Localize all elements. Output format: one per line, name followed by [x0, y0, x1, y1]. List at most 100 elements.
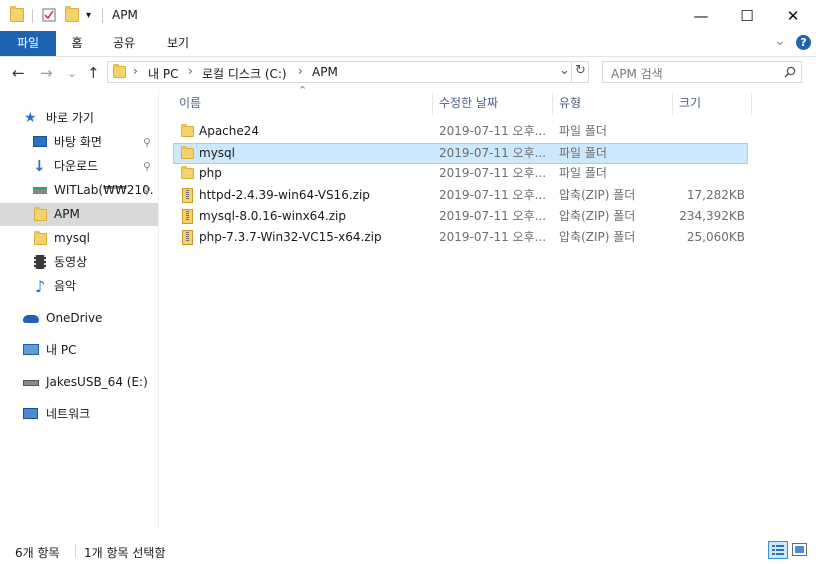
large-icons-view-button[interactable]: [792, 543, 807, 556]
refresh-icon[interactable]: ↻: [575, 63, 586, 78]
folder-icon: [10, 6, 24, 22]
divider: [75, 544, 76, 557]
breadcrumb-separator[interactable]: ›: [298, 64, 303, 78]
sidebar-item-label: 바로 가기: [46, 111, 94, 125]
divider: [102, 8, 103, 23]
divider: [32, 9, 33, 23]
sidebar-item-label: APM: [54, 207, 80, 221]
breadcrumb-separator: ›: [133, 64, 138, 78]
sidebar-item-label: 바탕 화면: [54, 135, 102, 149]
up-icon[interactable]: ↑: [87, 64, 100, 82]
properties-icon[interactable]: [42, 8, 56, 22]
breadcrumb-my-pc[interactable]: 내 PC: [148, 65, 178, 82]
file-type: 파일 폴더: [559, 146, 607, 160]
search-icon[interactable]: [784, 66, 796, 78]
file-date: 2019-07-11 오후...: [439, 166, 547, 180]
breadcrumb-separator[interactable]: ›: [188, 64, 193, 78]
title-bar: ▾ APM — ☐ ✕: [0, 0, 816, 31]
address-dropdown-icon[interactable]: ⌄: [559, 63, 570, 78]
sidebar-item-apm[interactable]: APM: [0, 203, 158, 226]
help-icon[interactable]: ?: [796, 35, 811, 50]
search-placeholder[interactable]: APM 검색: [611, 65, 663, 82]
new-folder-icon[interactable]: [65, 6, 79, 22]
quick-access-dropdown-icon[interactable]: ▾: [86, 10, 91, 21]
file-date: 2019-07-11 오후...: [439, 124, 547, 138]
zip-icon: [182, 209, 193, 224]
sidebar-item-videos[interactable]: 동영상: [0, 251, 158, 274]
column-separator[interactable]: [552, 93, 553, 115]
list-item[interactable]: Apache24 2019-07-11 오후... 파일 폴더: [173, 121, 748, 142]
search-box[interactable]: APM 검색: [602, 61, 802, 83]
column-header-size[interactable]: 크기: [679, 93, 701, 117]
pane-divider[interactable]: [158, 90, 159, 530]
breadcrumb-local-disk[interactable]: 로컬 디스크 (C:): [202, 65, 287, 82]
file-date: 2019-07-11 오후...: [439, 209, 547, 223]
ribbon-expand-icon[interactable]: ⌄: [774, 33, 786, 49]
file-type: 파일 폴더: [559, 166, 607, 180]
item-count: 6개 항목: [15, 546, 60, 560]
minimize-button[interactable]: —: [678, 0, 724, 31]
sidebar-item-label: 동영상: [54, 255, 88, 269]
breadcrumb-apm[interactable]: APM: [312, 65, 338, 79]
list-item[interactable]: httpd-2.4.39-win64-VS16.zip 2019-07-11 오…: [173, 185, 748, 206]
folder-icon: [181, 124, 194, 137]
sidebar-item-onedrive[interactable]: OneDrive: [0, 307, 158, 330]
sidebar-item-label: mysql: [54, 231, 90, 245]
sidebar-item-mysql[interactable]: mysql: [0, 227, 158, 250]
column-separator[interactable]: [672, 93, 673, 115]
column-header-type[interactable]: 유형: [559, 93, 581, 117]
back-icon[interactable]: ←: [12, 64, 25, 82]
pin-icon[interactable]: ⚲: [143, 155, 151, 178]
details-view-icon: [772, 545, 784, 555]
video-icon: [34, 255, 46, 269]
forward-icon[interactable]: →: [40, 64, 53, 82]
file-name: Apache24: [199, 124, 260, 138]
sidebar-item-usb[interactable]: JakesUSB_64 (E:): [0, 371, 158, 394]
sidebar-item-this-pc[interactable]: 내 PC: [0, 339, 158, 362]
column-header-name[interactable]: 이름: [179, 93, 201, 117]
sidebar-item-desktop[interactable]: 바탕 화면 ⚲: [0, 131, 158, 154]
folder-icon: [113, 64, 126, 78]
zip-icon: [182, 230, 193, 245]
details-view-button[interactable]: [768, 541, 788, 559]
file-name: httpd-2.4.39-win64-VS16.zip: [199, 188, 370, 202]
address-bar[interactable]: › 내 PC › 로컬 디스크 (C:) › APM ⌄ ↻: [107, 61, 589, 83]
sidebar-item-quick-access[interactable]: ★ 바로 가기: [0, 107, 158, 130]
folder-icon: [181, 166, 194, 179]
file-name: php-7.3.7-Win32-VC15-x64.zip: [199, 230, 382, 244]
list-item[interactable]: php 2019-07-11 오후... 파일 폴더: [173, 163, 748, 184]
maximize-button[interactable]: ☐: [724, 0, 770, 31]
tab-share[interactable]: 공유: [104, 31, 144, 56]
list-item-selected[interactable]: mysql 2019-07-11 오후... 파일 폴더: [173, 143, 748, 164]
sidebar-item-music[interactable]: ♪ 음악: [0, 275, 158, 298]
sidebar-item-label: JakesUSB_64 (E:): [46, 375, 148, 389]
ribbon-tabs: 파일 홈 공유 보기 ⌄ ?: [0, 31, 816, 57]
file-size: 25,060KB: [686, 230, 745, 244]
sidebar-item-label: 내 PC: [46, 343, 77, 357]
list-item[interactable]: mysql-8.0.16-winx64.zip 2019-07-11 오후...…: [173, 206, 748, 227]
close-button[interactable]: ✕: [770, 0, 816, 31]
column-separator[interactable]: [751, 93, 752, 115]
list-item[interactable]: php-7.3.7-Win32-VC15-x64.zip 2019-07-11 …: [173, 227, 748, 248]
sidebar-item-downloads[interactable]: ↓ 다운로드 ⚲: [0, 155, 158, 178]
sidebar-item-label: 네트워크: [46, 407, 91, 421]
column-header-date[interactable]: 수정한 날짜: [439, 93, 498, 117]
folder-icon: [34, 231, 47, 245]
star-icon: ★: [24, 110, 37, 126]
tab-home[interactable]: 홈: [60, 31, 94, 56]
sidebar-item-network[interactable]: 네트워크: [0, 403, 158, 426]
usb-drive-icon: [23, 380, 39, 386]
tab-view[interactable]: 보기: [158, 31, 198, 56]
sidebar-item-witlab[interactable]: WITLab(₩₩210. ⚲: [0, 179, 158, 202]
pin-icon[interactable]: ⚲: [143, 179, 151, 202]
cloud-icon: [23, 315, 39, 323]
tab-file[interactable]: 파일: [0, 31, 56, 56]
sidebar-item-label: OneDrive: [46, 311, 103, 325]
sidebar-item-label: 음악: [54, 279, 77, 293]
column-separator[interactable]: [432, 93, 433, 115]
file-date: 2019-07-11 오후...: [439, 188, 547, 202]
recent-locations-icon[interactable]: ⌄: [67, 66, 77, 80]
pin-icon[interactable]: ⚲: [143, 131, 151, 154]
zip-icon: [182, 188, 193, 203]
window-title: APM: [112, 8, 138, 22]
